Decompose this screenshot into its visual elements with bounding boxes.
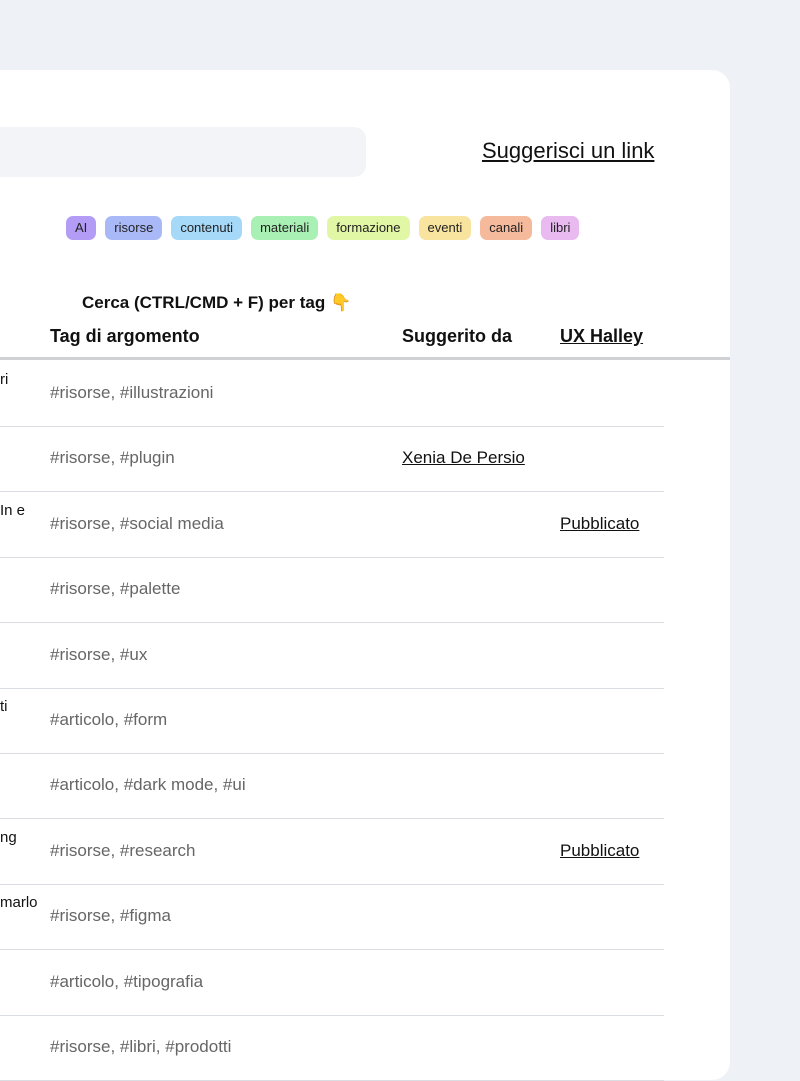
table-row: #articolo, #tipografia — [0, 950, 664, 1016]
topic-tags-cell: #risorse, #libri, #prodotti — [50, 1037, 232, 1056]
tag-filter-bar: AI risorse contenuti materiali formazion… — [66, 216, 580, 240]
topic-tags-cell: #risorse, #ux — [50, 644, 148, 664]
topic-tags-cell: #risorse, #illustrazioni — [50, 383, 214, 402]
topic-tags-cell: #articolo, #tipografia — [50, 971, 204, 991]
table-row: #risorse, #libri, #prodotti — [0, 1015, 664, 1081]
table-row: #risorse, #palette — [0, 557, 664, 624]
table-row: ti #articolo, #form — [0, 688, 664, 754]
resource-title-truncated: ng — [0, 828, 17, 846]
column-header-suggested-by: Suggerito da — [402, 326, 513, 346]
topic-tags-cell: #risorse, #figma — [50, 906, 171, 926]
topic-tags-cell: #articolo, #dark mode, #ui — [50, 775, 246, 795]
table-row: ri #risorse, #illustrazioni — [0, 361, 664, 427]
ux-halley-status-link[interactable]: Pubblicato — [560, 841, 639, 861]
tag-materiali[interactable]: materiali — [251, 216, 319, 240]
column-header-ux-halley[interactable]: UX Halley — [560, 326, 643, 347]
search-hint: Cerca (CTRL/CMD + F) per tag 👇 — [82, 293, 351, 313]
tag-ai[interactable]: AI — [66, 216, 97, 240]
table-row: #risorse, #ux — [0, 623, 664, 689]
search-hint-text: Cerca (CTRL/CMD + F) per tag — [82, 293, 326, 312]
tag-formazione[interactable]: formazione — [327, 216, 410, 240]
table-row: #risorse, #plugin Xenia De Persio — [0, 426, 664, 493]
tag-eventi[interactable]: eventi — [418, 216, 472, 240]
tag-risorse[interactable]: risorse — [105, 216, 163, 240]
resource-title-truncated: In e — [0, 501, 26, 519]
header-divider — [0, 357, 730, 360]
topic-tags-cell: #articolo, #form — [50, 710, 168, 729]
table-row: In e #risorse, #social media Pubblicato — [0, 492, 664, 558]
resource-title-truncated: ri — [0, 371, 9, 388]
topic-tags-cell: #risorse, #research — [50, 840, 196, 860]
resource-title-truncated: ti — [0, 698, 8, 715]
suggest-link[interactable]: Suggerisci un link — [482, 138, 654, 164]
tag-contenuti[interactable]: contenuti — [171, 216, 243, 240]
topic-tags-cell: #risorse, #social media — [50, 513, 224, 533]
suggested-by-link[interactable]: Xenia De Persio — [402, 448, 525, 468]
table-row: #articolo, #dark mode, #ui — [0, 753, 664, 820]
search-input[interactable] — [0, 127, 366, 177]
topic-tags-cell: #risorse, #plugin — [50, 448, 175, 468]
ux-halley-status-link[interactable]: Pubblicato — [560, 514, 639, 534]
resource-title-truncated: marlo — [0, 894, 38, 912]
column-header-topic: Tag di argomento — [50, 326, 200, 346]
table-row: marlo #risorse, #figma — [0, 884, 664, 951]
topic-tags-cell: #risorse, #palette — [50, 579, 181, 599]
pointing-down-icon: 👇 — [329, 293, 352, 312]
tag-canali[interactable]: canali — [480, 216, 533, 240]
table-row: ng #risorse, #research Pubblicato — [0, 819, 664, 885]
tag-libri[interactable]: libri — [541, 216, 580, 240]
